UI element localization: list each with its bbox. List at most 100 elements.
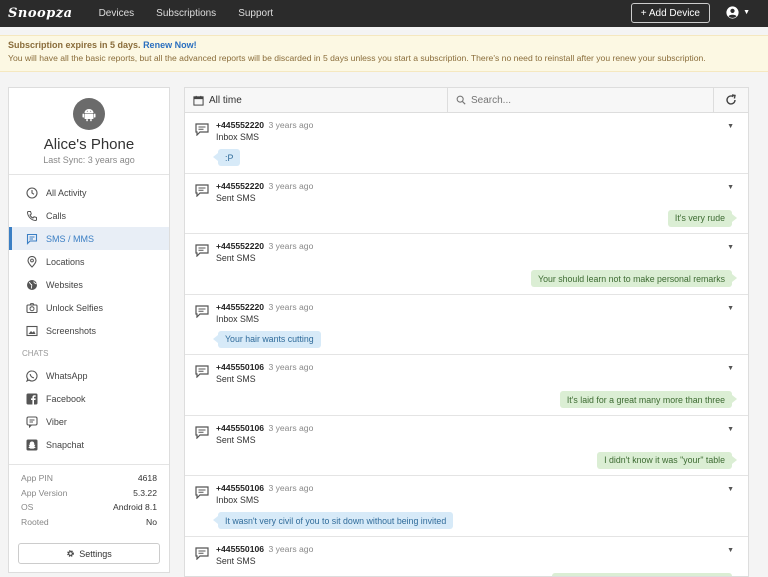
chevron-down-icon[interactable]: ▼ (727, 486, 734, 493)
chevron-down-icon[interactable]: ▼ (727, 547, 734, 554)
message-entry[interactable]: +445550106 3 years ago Sent SMS ▼ It's l… (185, 355, 748, 416)
message-icon (195, 123, 209, 136)
sidebar-item-label: Websites (46, 279, 83, 290)
sidebar-item-viber[interactable]: Viber (9, 410, 169, 433)
add-device-button[interactable]: + Add Device (630, 3, 710, 23)
message-entry[interactable]: +445552220 3 years ago Sent SMS ▼ Your s… (185, 234, 748, 295)
renew-now-link[interactable]: Renew Now! (143, 40, 197, 50)
device-info: App PIN 4618 App Version 5.3.22 OS Andro… (9, 464, 169, 531)
sidebar-item-label: All Activity (46, 187, 87, 198)
message-entry[interactable]: +445552220 3 years ago Sent SMS ▼ It's v… (185, 174, 748, 234)
sidebar-menu: All Activity Calls SMS / MMS Locations W… (9, 175, 169, 456)
device-name: Alice's Phone (43, 136, 135, 153)
sidebar-item-label: Viber (46, 416, 67, 427)
timestamp: 3 years ago (268, 422, 314, 433)
sidebar-item-whatsapp[interactable]: WhatsApp (9, 364, 169, 387)
phone-icon (26, 210, 37, 221)
alert-title: Subscription expires in 5 days. (8, 40, 141, 50)
info-row-rooted: Rooted No (21, 517, 157, 532)
user-menu[interactable]: ▼ (726, 6, 750, 19)
timestamp: 3 years ago (268, 483, 314, 493)
message-type: Sent SMS (216, 192, 256, 203)
nav-link-subscriptions[interactable]: Subscriptions (156, 8, 216, 19)
timestamp: 3 years ago (268, 180, 314, 191)
info-value: No (146, 516, 157, 527)
message-bubble: Your should learn not to make personal r… (531, 270, 737, 287)
message-entry[interactable]: +445550106 3 years ago Sent SMS ▼ I didn… (185, 416, 748, 476)
sidebar: Alice's Phone Last Sync: 3 years ago All… (8, 87, 170, 573)
chevron-down-icon[interactable]: ▼ (727, 365, 734, 372)
sidebar-item-websites[interactable]: Websites (9, 273, 169, 296)
sidebar-item-locations[interactable]: Locations (9, 250, 169, 273)
sidebar-item-label: Screenshots (46, 325, 97, 336)
info-key: OS (21, 502, 34, 512)
message-bubble: It's very rude (667, 209, 738, 227)
sidebar-item-all-activity[interactable]: All Activity (9, 181, 169, 204)
chevron-down-icon[interactable]: ▼ (727, 426, 734, 433)
message-entry[interactable]: +445550106 3 years ago Sent SMS ▼ (185, 537, 748, 576)
contact-number: +445552220 (216, 241, 265, 251)
message-icon (195, 304, 209, 318)
search-box (448, 88, 714, 112)
nav-link-support[interactable]: Support (238, 8, 273, 19)
message-type: Inbox SMS (216, 132, 260, 142)
message-icon (26, 233, 38, 245)
message-bubble: I didn't know it was "your" table (597, 451, 737, 469)
timestamp: 3 years ago (268, 362, 314, 372)
message-entry[interactable]: +445552220 3 years ago Inbox SMS ▼ Your … (185, 295, 748, 355)
search-icon (456, 95, 466, 105)
message-type: Sent SMS (216, 434, 256, 445)
chevron-down-icon[interactable]: ▼ (727, 305, 734, 312)
message-icon (195, 183, 209, 197)
sidebar-item-label: Unlock Selfies (46, 302, 104, 313)
last-sync: Last Sync: 3 years ago (43, 155, 135, 165)
message-bubble (552, 572, 732, 576)
message-entry[interactable]: +445550106 3 years ago Inbox SMS ▼ It wa… (185, 476, 748, 537)
image-icon (26, 325, 38, 336)
message-icon (195, 425, 209, 439)
search-input[interactable] (471, 94, 691, 106)
message-icon (195, 486, 209, 499)
clock-icon (26, 186, 38, 199)
info-key: App Version (21, 487, 68, 498)
message-entry[interactable]: +445552220 3 years ago Inbox SMS ▼ :P (185, 113, 748, 174)
message-bubble: It's laid for a great many more than thr… (559, 391, 738, 408)
whatsapp-icon (26, 369, 38, 382)
info-row-os: OS Android 8.1 (21, 502, 157, 517)
message-bubble: It wasn't very civil of you to sit down … (212, 512, 454, 529)
message-bubble: Your hair wants cutting (213, 330, 321, 348)
sidebar-item-label: Calls (46, 210, 67, 221)
contact-number: +445550106 (216, 483, 265, 493)
chevron-down-icon: ▼ (743, 9, 750, 16)
info-row-app-version: App Version 5.3.22 (21, 488, 157, 503)
timestamp: 3 years ago (268, 543, 314, 554)
date-filter-dropdown[interactable]: All time (185, 88, 448, 112)
settings-button[interactable]: Settings (18, 543, 160, 564)
message-type: Sent SMS (216, 253, 256, 263)
nav-link-devices[interactable]: Devices (99, 8, 135, 19)
sidebar-item-snapchat[interactable]: Snapchat (9, 433, 169, 456)
settings-label: Settings (79, 548, 112, 559)
viber-icon (26, 415, 38, 428)
message-bubble: :P (212, 149, 241, 166)
contact-number: +445552220 (216, 120, 265, 130)
timestamp: 3 years ago (268, 120, 314, 130)
sidebar-item-screenshots[interactable]: Screenshots (9, 319, 169, 342)
sidebar-item-facebook[interactable]: Facebook (9, 387, 169, 410)
sidebar-item-calls[interactable]: Calls (9, 204, 169, 227)
messages-panel: All time +445552220 3 years ago Inbox SM… (184, 87, 749, 577)
info-value: 5.3.22 (133, 487, 157, 498)
sidebar-item-unlock-selfies[interactable]: Unlock Selfies (9, 296, 169, 319)
chevron-down-icon[interactable]: ▼ (727, 244, 734, 251)
subscription-alert: Subscription expires in 5 days. Renew No… (0, 35, 768, 72)
chevron-down-icon[interactable]: ▼ (727, 184, 734, 191)
contact-number: +445550106 (216, 362, 265, 372)
info-row-app-pin: App PIN 4618 (21, 473, 157, 488)
brand-logo[interactable]: Snoopza (8, 6, 73, 21)
chevron-down-icon[interactable]: ▼ (727, 123, 734, 130)
message-icon (195, 244, 209, 257)
sidebar-item-label: WhatsApp (46, 370, 88, 381)
sidebar-item-sms-mms[interactable]: SMS / MMS (9, 227, 169, 250)
refresh-button[interactable] (714, 88, 748, 112)
user-icon (726, 6, 739, 19)
